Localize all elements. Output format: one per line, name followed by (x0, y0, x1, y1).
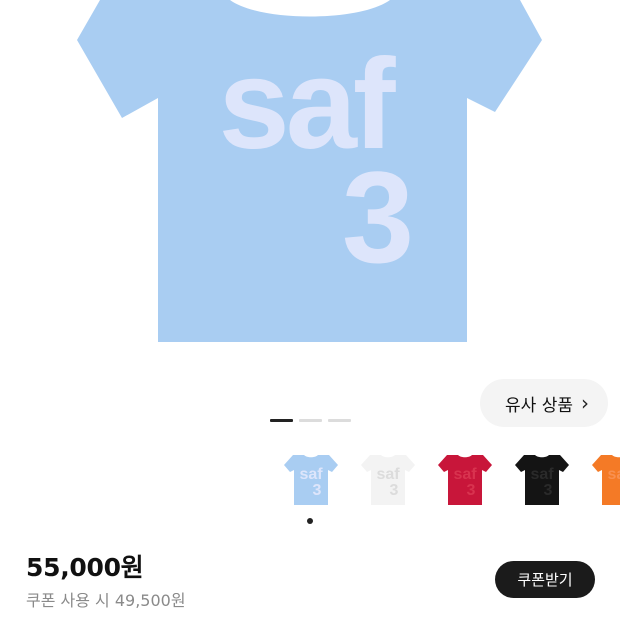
selected-thumbnail-indicator (307, 518, 313, 524)
color-thumbnail-white[interactable]: saf 3 (359, 451, 417, 509)
thumbnail-print-number: 3 (390, 482, 399, 499)
color-thumbnail-sky-blue[interactable]: saf 3 (282, 451, 340, 509)
thumbnail-print-number: 3 (544, 482, 553, 499)
pagination-dot[interactable] (328, 419, 351, 422)
product-image[interactable]: saf 3 (0, 0, 620, 345)
coupon-price-text: 쿠폰 사용 시 49,500원 (26, 591, 186, 610)
get-coupon-label: 쿠폰받기 (517, 571, 573, 589)
thumbnail-print-text: saf (453, 466, 477, 483)
color-thumbnail-orange[interactable]: saf3 (590, 451, 620, 509)
color-options: saf3saf3saf3saf3saf3 (282, 451, 620, 511)
similar-products-label: 유사 상품 (505, 395, 573, 416)
color-thumbnail-black[interactable]: saf 3 (513, 451, 571, 509)
thumbnail-print-number: 3 (313, 482, 322, 499)
thumbnail-print-text: saf (299, 466, 323, 483)
thumbnail-print-text: saf (530, 466, 554, 483)
thumbnail-print-text: saf (376, 466, 400, 483)
thumbnail-print-number: 3 (467, 482, 476, 499)
get-coupon-button[interactable]: 쿠폰받기 (495, 561, 595, 598)
pagination-dot[interactable] (270, 419, 293, 422)
similar-products-button[interactable]: 유사 상품 › (480, 379, 608, 427)
pagination-dot[interactable] (299, 419, 322, 422)
carousel-pagination (270, 419, 351, 422)
color-thumbnail-red[interactable]: saf 3 (436, 451, 494, 509)
thumbnail-print-text: saf (607, 466, 620, 483)
chevron-right-icon: › (580, 391, 589, 415)
shirt-print-number: 3 (342, 144, 414, 290)
product-price: 55,000원 (26, 553, 144, 582)
